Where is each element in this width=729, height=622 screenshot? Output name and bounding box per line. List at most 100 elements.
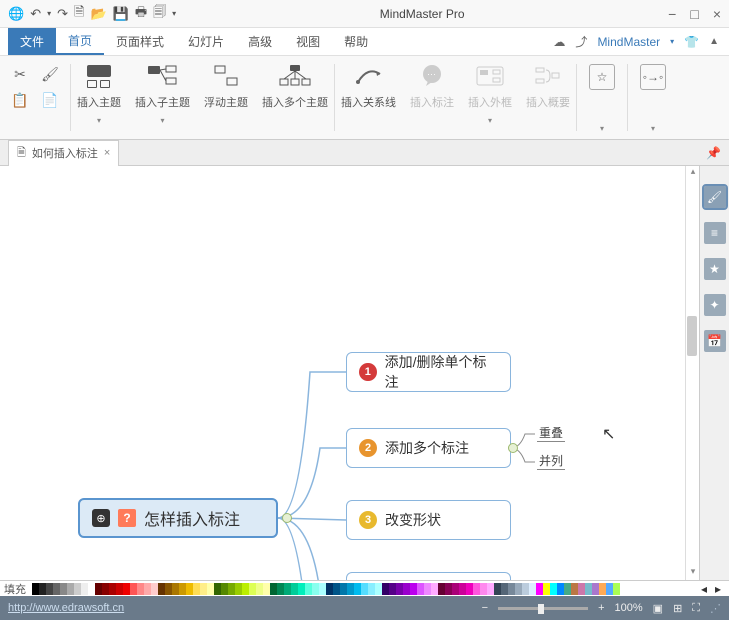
color-swatch[interactable] (249, 583, 256, 595)
share-icon[interactable]: ⤴ (575, 33, 587, 50)
open-button[interactable]: 📂 (90, 6, 106, 22)
color-swatch[interactable] (144, 583, 151, 595)
paste-button[interactable]: 📄 (37, 88, 63, 112)
relationship-line-button[interactable]: 插入关系线 (335, 60, 402, 135)
color-swatch[interactable] (109, 583, 116, 595)
color-swatch[interactable] (130, 583, 137, 595)
minimize-button[interactable]: − (668, 6, 676, 22)
expand-handle[interactable] (508, 443, 518, 453)
color-swatch[interactable] (333, 583, 340, 595)
undo-button[interactable]: ↶ (30, 6, 41, 22)
color-swatch[interactable] (284, 583, 291, 595)
color-swatch[interactable] (242, 583, 249, 595)
zoom-out-button[interactable]: − (482, 602, 488, 614)
chevron-down-icon[interactable]: ▾ (600, 124, 604, 133)
cloud-icon[interactable]: ☁ (553, 35, 565, 49)
color-swatch[interactable] (53, 583, 60, 595)
floating-topic-button[interactable]: 浮动主题 (198, 60, 254, 135)
side-outline-icon[interactable]: ≡ (704, 222, 726, 244)
color-swatches[interactable] (32, 583, 697, 595)
topic-1[interactable]: 1添加/删除单个标注 (346, 352, 511, 392)
color-swatch[interactable] (347, 583, 354, 595)
side-iconset-icon[interactable]: ★ (704, 258, 726, 280)
maximize-button[interactable]: □ (690, 6, 698, 22)
color-swatch[interactable] (522, 583, 529, 595)
color-swatch[interactable] (445, 583, 452, 595)
save-button[interactable]: 💾 (113, 6, 129, 22)
central-topic[interactable]: ⊕ ? 怎样插入标注 (78, 498, 278, 538)
color-swatch[interactable] (74, 583, 81, 595)
color-swatch[interactable] (375, 583, 382, 595)
color-swatch[interactable] (200, 583, 207, 595)
color-swatch[interactable] (480, 583, 487, 595)
color-swatch[interactable] (564, 583, 571, 595)
document-tab[interactable]: 🗎 如何插入标注 × (8, 140, 119, 166)
chevron-down-icon[interactable]: ▾ (651, 124, 655, 133)
color-swatch[interactable] (291, 583, 298, 595)
new-button[interactable]: 🗎 (74, 3, 84, 25)
subtopic-2b[interactable]: 并列 (537, 452, 565, 470)
pin-icon[interactable]: 📌 (706, 146, 721, 160)
side-history-icon[interactable]: 📅 (704, 330, 726, 352)
favorite-button[interactable]: ☆ (583, 62, 621, 92)
color-swatch[interactable] (571, 583, 578, 595)
color-swatch[interactable] (389, 583, 396, 595)
color-swatch[interactable] (46, 583, 53, 595)
close-tab-button[interactable]: × (104, 147, 110, 159)
print-button[interactable]: 🖶 (135, 3, 147, 25)
color-swatch[interactable] (494, 583, 501, 595)
color-swatch[interactable] (165, 583, 172, 595)
insert-topic-button[interactable]: 插入主题 ▾ (71, 60, 127, 135)
topic-2[interactable]: 2添加多个标注 (346, 428, 511, 468)
format-painter-button[interactable]: 🖌 (37, 62, 63, 86)
color-swatch[interactable] (116, 583, 123, 595)
color-swatch[interactable] (214, 583, 221, 595)
color-swatch[interactable] (466, 583, 473, 595)
color-swatch[interactable] (102, 583, 109, 595)
tab-file[interactable]: 文件 (8, 28, 56, 55)
color-swatch[interactable] (340, 583, 347, 595)
color-swatch[interactable] (396, 583, 403, 595)
insert-subtopic-button[interactable]: 插入子主题 ▾ (129, 60, 196, 135)
canvas[interactable]: ⊕ ? 怎样插入标注 1添加/删除单个标注 2添加多个标注 重叠 并列 3改变形… (0, 166, 685, 580)
color-swatch[interactable] (403, 583, 410, 595)
tab-slideshow[interactable]: 幻灯片 (176, 28, 236, 55)
color-swatch[interactable] (354, 583, 361, 595)
palette-scroll-left[interactable]: ◂ (697, 582, 711, 596)
color-swatch[interactable] (417, 583, 424, 595)
tab-home[interactable]: 首页 (56, 28, 104, 55)
brand-link[interactable]: MindMaster (597, 35, 660, 49)
color-swatch[interactable] (263, 583, 270, 595)
color-swatch[interactable] (508, 583, 515, 595)
color-swatch[interactable] (473, 583, 480, 595)
zoom-slider[interactable] (498, 607, 588, 610)
topic-3[interactable]: 3改变形状 (346, 500, 511, 540)
color-swatch[interactable] (298, 583, 305, 595)
color-swatch[interactable] (382, 583, 389, 595)
side-format-icon[interactable]: 🖌 (704, 186, 726, 208)
color-swatch[interactable] (529, 583, 536, 595)
topic-4[interactable]: 4改变分支 (346, 572, 511, 580)
tshirt-icon[interactable]: 👕 (684, 35, 699, 49)
side-clipart-icon[interactable]: ✦ (704, 294, 726, 316)
color-swatch[interactable] (599, 583, 606, 595)
fit-width-icon[interactable]: ⊞ (673, 602, 682, 615)
color-swatch[interactable] (543, 583, 550, 595)
color-swatch[interactable] (81, 583, 88, 595)
color-swatch[interactable] (312, 583, 319, 595)
close-button[interactable]: × (713, 6, 721, 22)
color-swatch[interactable] (179, 583, 186, 595)
qat-dd1[interactable]: ▾ (47, 9, 51, 18)
color-swatch[interactable] (368, 583, 375, 595)
color-swatch[interactable] (606, 583, 613, 595)
redo-button[interactable]: ↷ (57, 6, 68, 22)
tab-advanced[interactable]: 高级 (236, 28, 284, 55)
fullscreen-icon[interactable]: ⛶ (692, 602, 700, 615)
color-swatch[interactable] (172, 583, 179, 595)
color-swatch[interactable] (123, 583, 130, 595)
zoom-in-button[interactable]: + (598, 602, 604, 614)
color-swatch[interactable] (193, 583, 200, 595)
color-swatch[interactable] (613, 583, 620, 595)
fit-page-icon[interactable]: ▣ (653, 602, 663, 615)
color-swatch[interactable] (438, 583, 445, 595)
